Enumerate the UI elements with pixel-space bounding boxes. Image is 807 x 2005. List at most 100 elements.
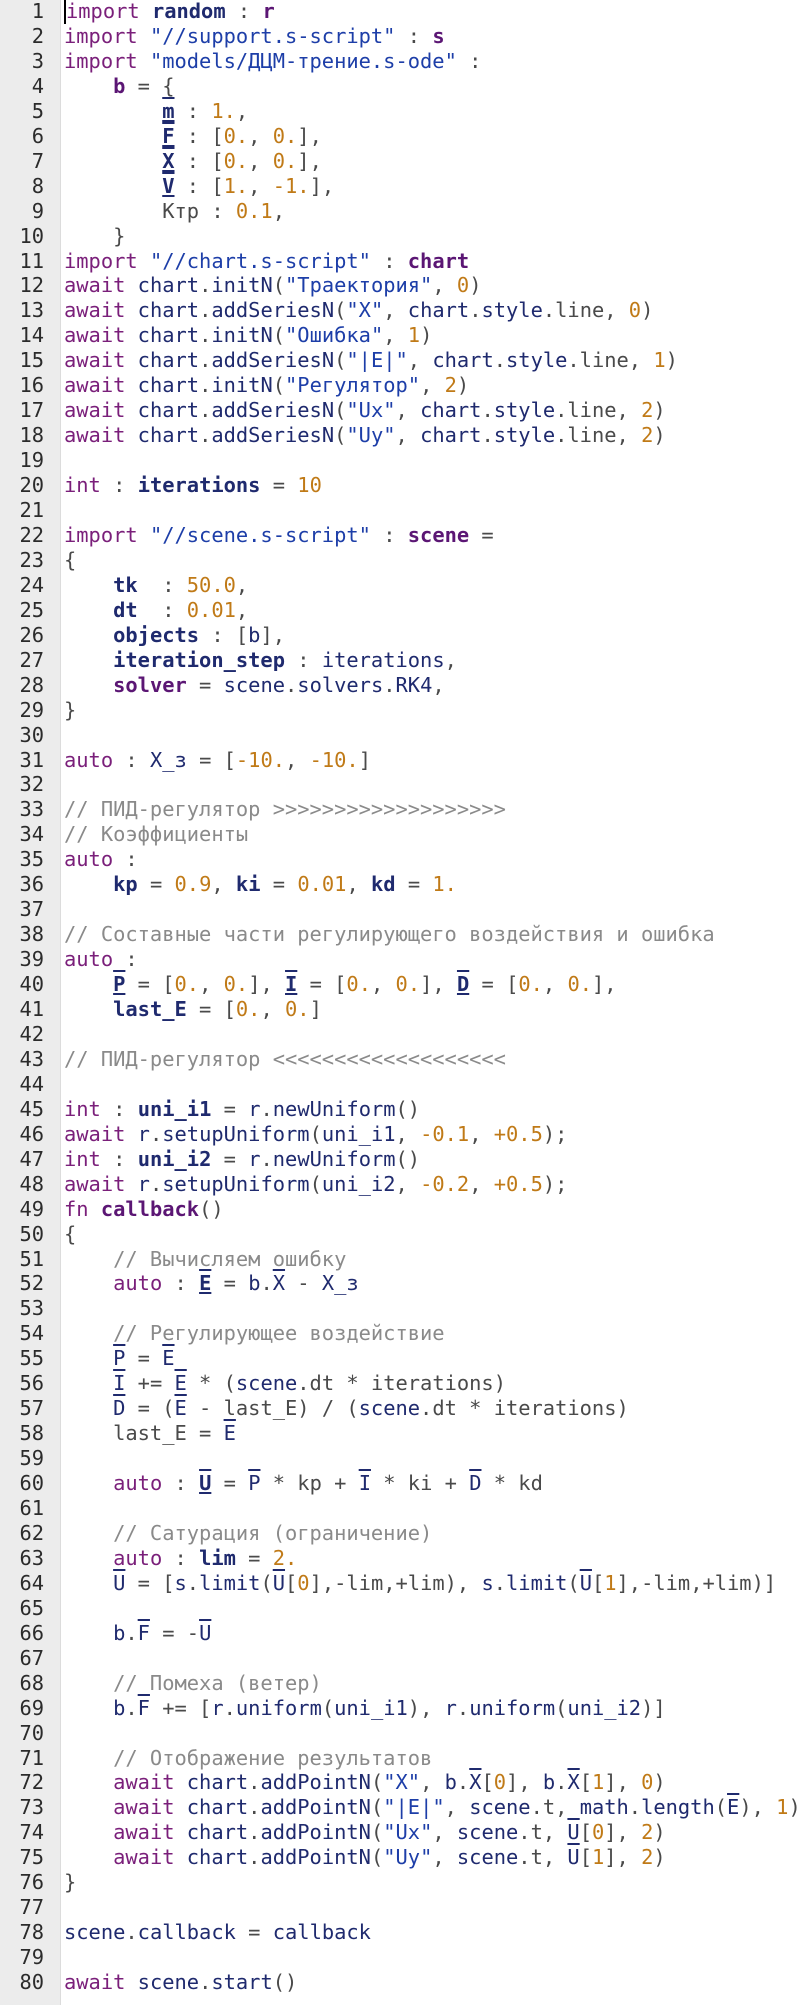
code-text[interactable]: import "models/ДЦМ-трение.s-ode" : bbox=[64, 49, 481, 74]
code-text[interactable]: iteration_step : iterations, bbox=[64, 648, 457, 673]
code-line[interactable]: 55 P = E bbox=[0, 1346, 807, 1371]
code-line[interactable]: 25 dt : 0.01, bbox=[0, 598, 807, 623]
code-text[interactable]: tk : 50.0, bbox=[64, 573, 248, 598]
code-line[interactable]: 48 await r.setupUniform(uni_i2, -0.2, +0.… bbox=[0, 1172, 807, 1197]
code-text[interactable]: await chart.initN("Ошибка", 1) bbox=[64, 323, 432, 348]
code-line[interactable]: 17 await chart.addSeriesN("Ux", chart.sty… bbox=[0, 398, 807, 423]
code-text[interactable]: auto : E = b.X - X_з bbox=[64, 1271, 359, 1296]
code-line[interactable]: 71 // Отображение результатов bbox=[0, 1746, 807, 1771]
code-line[interactable]: 18 await chart.addSeriesN("Uy", chart.sty… bbox=[0, 423, 807, 448]
code-text[interactable]: } bbox=[64, 224, 125, 249]
code-line[interactable]: 43 // ПИД-регулятор <<<<<<<<<<<<<<<<<<< bbox=[0, 1047, 807, 1072]
code-text[interactable]: await chart.addPointN("Uy", scene.t, U[1… bbox=[64, 1845, 666, 1870]
code-line[interactable]: 2 import "//support.s-script" : s bbox=[0, 24, 807, 49]
code-line[interactable]: 33 // ПИД-регулятор >>>>>>>>>>>>>>>>>>> bbox=[0, 797, 807, 822]
code-line[interactable]: 57 D = (E - last_E) / (scene.dt * iterat… bbox=[0, 1396, 807, 1421]
code-text[interactable]: b = { bbox=[64, 74, 174, 99]
code-line[interactable]: 14 await chart.initN("Ошибка", 1) bbox=[0, 323, 807, 348]
code-text[interactable]: V : [1., -1.], bbox=[64, 174, 334, 199]
code-line[interactable]: 47 int : uni_i2 = r.newUniform() bbox=[0, 1147, 807, 1172]
code-text[interactable]: // Коэффициенты bbox=[64, 822, 248, 847]
code-text[interactable]: last_E = E bbox=[64, 1421, 236, 1446]
code-line[interactable]: 36 kp = 0.9, ki = 0.01, kd = 1. bbox=[0, 872, 807, 897]
code-text[interactable]: F : [0., 0.], bbox=[64, 124, 322, 149]
code-text[interactable]: // ПИД-регулятор >>>>>>>>>>>>>>>>>>> bbox=[64, 797, 506, 822]
code-line[interactable]: 34 // Коэффициенты bbox=[0, 822, 807, 847]
code-line[interactable]: 42 bbox=[0, 1022, 807, 1047]
code-line[interactable]: 60 auto : U = P * kp + I * ki + D * kd bbox=[0, 1471, 807, 1496]
code-text[interactable]: await chart.addSeriesN("X", chart.style.… bbox=[64, 298, 653, 323]
code-line[interactable]: 54 // Регулирующее воздействие bbox=[0, 1321, 807, 1346]
code-line[interactable]: 7 X : [0., 0.], bbox=[0, 149, 807, 174]
code-text[interactable]: fn callback() bbox=[64, 1197, 224, 1222]
code-line[interactable]: 41 last_E = [0., 0.] bbox=[0, 997, 807, 1022]
code-text[interactable]: scene.callback = callback bbox=[64, 1920, 371, 1945]
code-text[interactable]: // Составные части регулирующего воздейс… bbox=[64, 922, 715, 947]
code-line[interactable]: 19 bbox=[0, 448, 807, 473]
code-text[interactable]: } bbox=[64, 698, 76, 723]
code-text[interactable]: last_E = [0., 0.] bbox=[64, 997, 322, 1022]
code-line[interactable]: 50 { bbox=[0, 1222, 807, 1247]
code-line[interactable]: 44 bbox=[0, 1072, 807, 1097]
code-text[interactable]: b.F = -U bbox=[64, 1621, 211, 1646]
code-text[interactable]: int : iterations = 10 bbox=[64, 473, 322, 498]
code-text[interactable]: await chart.addSeriesN("Ux", chart.style… bbox=[64, 398, 666, 423]
code-text[interactable]: auto : lim = 2. bbox=[64, 1546, 297, 1571]
code-line[interactable]: 46 await r.setupUniform(uni_i1, -0.1, +0.… bbox=[0, 1122, 807, 1147]
code-text[interactable]: X : [0., 0.], bbox=[64, 149, 322, 174]
code-text[interactable]: // Сатурация (ограничение) bbox=[64, 1521, 432, 1546]
code-text[interactable]: } bbox=[64, 1870, 76, 1895]
code-line[interactable]: 4 b = { bbox=[0, 74, 807, 99]
code-line[interactable]: 9 Ктр : 0.1, bbox=[0, 199, 807, 224]
code-line[interactable]: 15 await chart.addSeriesN("|E|", chart.st… bbox=[0, 348, 807, 373]
code-line[interactable]: 72 await chart.addPointN("X", b.X[0], b.… bbox=[0, 1770, 807, 1795]
code-line[interactable]: 31 auto : X_з = [-10., -10.] bbox=[0, 748, 807, 773]
code-line[interactable]: 64 U = [s.limit(U[0],-lim,+lim), s.limit… bbox=[0, 1571, 807, 1596]
code-text[interactable]: int : uni_i2 = r.newUniform() bbox=[64, 1147, 420, 1172]
code-text[interactable]: // ПИД-регулятор <<<<<<<<<<<<<<<<<<< bbox=[64, 1047, 506, 1072]
code-line[interactable]: 73 await chart.addPointN("|E|", scene.t,… bbox=[0, 1795, 807, 1820]
code-text[interactable]: await chart.initN("Регулятор", 2) bbox=[64, 373, 469, 398]
code-line[interactable]: 28 solver = scene.solvers.RK4, bbox=[0, 673, 807, 698]
code-line[interactable]: 80 await scene.start() bbox=[0, 1970, 807, 1995]
code-text[interactable]: await chart.addPointN("X", b.X[0], b.X[1… bbox=[64, 1770, 666, 1795]
code-text[interactable]: { bbox=[64, 548, 76, 573]
code-text[interactable]: await chart.addSeriesN("Uy", chart.style… bbox=[64, 423, 666, 448]
code-line[interactable]: 32 bbox=[0, 772, 807, 797]
code-line[interactable]: 77 bbox=[0, 1895, 807, 1920]
code-text[interactable]: P = E bbox=[64, 1346, 174, 1371]
code-text[interactable]: await chart.addSeriesN("|E|", chart.styl… bbox=[64, 348, 678, 373]
code-line[interactable]: 61 bbox=[0, 1496, 807, 1521]
code-line[interactable]: 16 await chart.initN("Регулятор", 2) bbox=[0, 373, 807, 398]
code-text[interactable]: P = [0., 0.], I = [0., 0.], D = [0., 0.]… bbox=[64, 972, 616, 997]
code-line[interactable]: 62 // Сатурация (ограничение) bbox=[0, 1521, 807, 1546]
code-line[interactable]: 76} bbox=[0, 1870, 807, 1895]
code-text[interactable]: await chart.addPointN("|E|", scene.t, ma… bbox=[64, 1795, 801, 1820]
code-text[interactable]: import random : r bbox=[64, 0, 275, 24]
code-text[interactable]: // Отображение результатов bbox=[64, 1746, 432, 1771]
code-text[interactable]: kp = 0.9, ki = 0.01, kd = 1. bbox=[64, 872, 457, 897]
code-line[interactable]: 53 bbox=[0, 1296, 807, 1321]
code-line[interactable]: 78 scene.callback = callback bbox=[0, 1920, 807, 1945]
code-line[interactable]: 6 F : [0., 0.], bbox=[0, 124, 807, 149]
code-line[interactable]: 45 int : uni_i1 = r.newUniform() bbox=[0, 1097, 807, 1122]
code-text[interactable]: U = [s.limit(U[0],-lim,+lim), s.limit(U[… bbox=[64, 1571, 776, 1596]
code-line[interactable]: 20 int : iterations = 10 bbox=[0, 473, 807, 498]
code-text[interactable]: await r.setupUniform(uni_i1, -0.1, +0.5)… bbox=[64, 1122, 567, 1147]
code-text[interactable]: b.F += [r.uniform(uni_i1), r.uniform(uni… bbox=[64, 1696, 666, 1721]
code-line[interactable]: 65 bbox=[0, 1596, 807, 1621]
code-line[interactable]: 21 bbox=[0, 498, 807, 523]
code-line[interactable]: 35 auto : bbox=[0, 847, 807, 872]
code-line[interactable]: 70 bbox=[0, 1721, 807, 1746]
code-text[interactable]: await chart.initN("Траектория", 0) bbox=[64, 273, 481, 298]
code-line[interactable]: 52 auto : E = b.X - X_з bbox=[0, 1271, 807, 1296]
code-text[interactable]: await r.setupUniform(uni_i2, -0.2, +0.5)… bbox=[64, 1172, 567, 1197]
code-text[interactable]: auto : X_з = [-10., -10.] bbox=[64, 748, 371, 773]
code-line[interactable]: 27 iteration_step : iterations, bbox=[0, 648, 807, 673]
code-line[interactable]: 11 import "//chart.s-script" : chart bbox=[0, 249, 807, 274]
code-line[interactable]: 24 tk : 50.0, bbox=[0, 573, 807, 598]
code-text[interactable]: objects : [b], bbox=[64, 623, 285, 648]
code-line[interactable]: 74 await chart.addPointN("Ux", scene.t, … bbox=[0, 1820, 807, 1845]
code-line[interactable]: 40 P = [0., 0.], I = [0., 0.], D = [0., … bbox=[0, 972, 807, 997]
code-text[interactable]: int : uni_i1 = r.newUniform() bbox=[64, 1097, 420, 1122]
